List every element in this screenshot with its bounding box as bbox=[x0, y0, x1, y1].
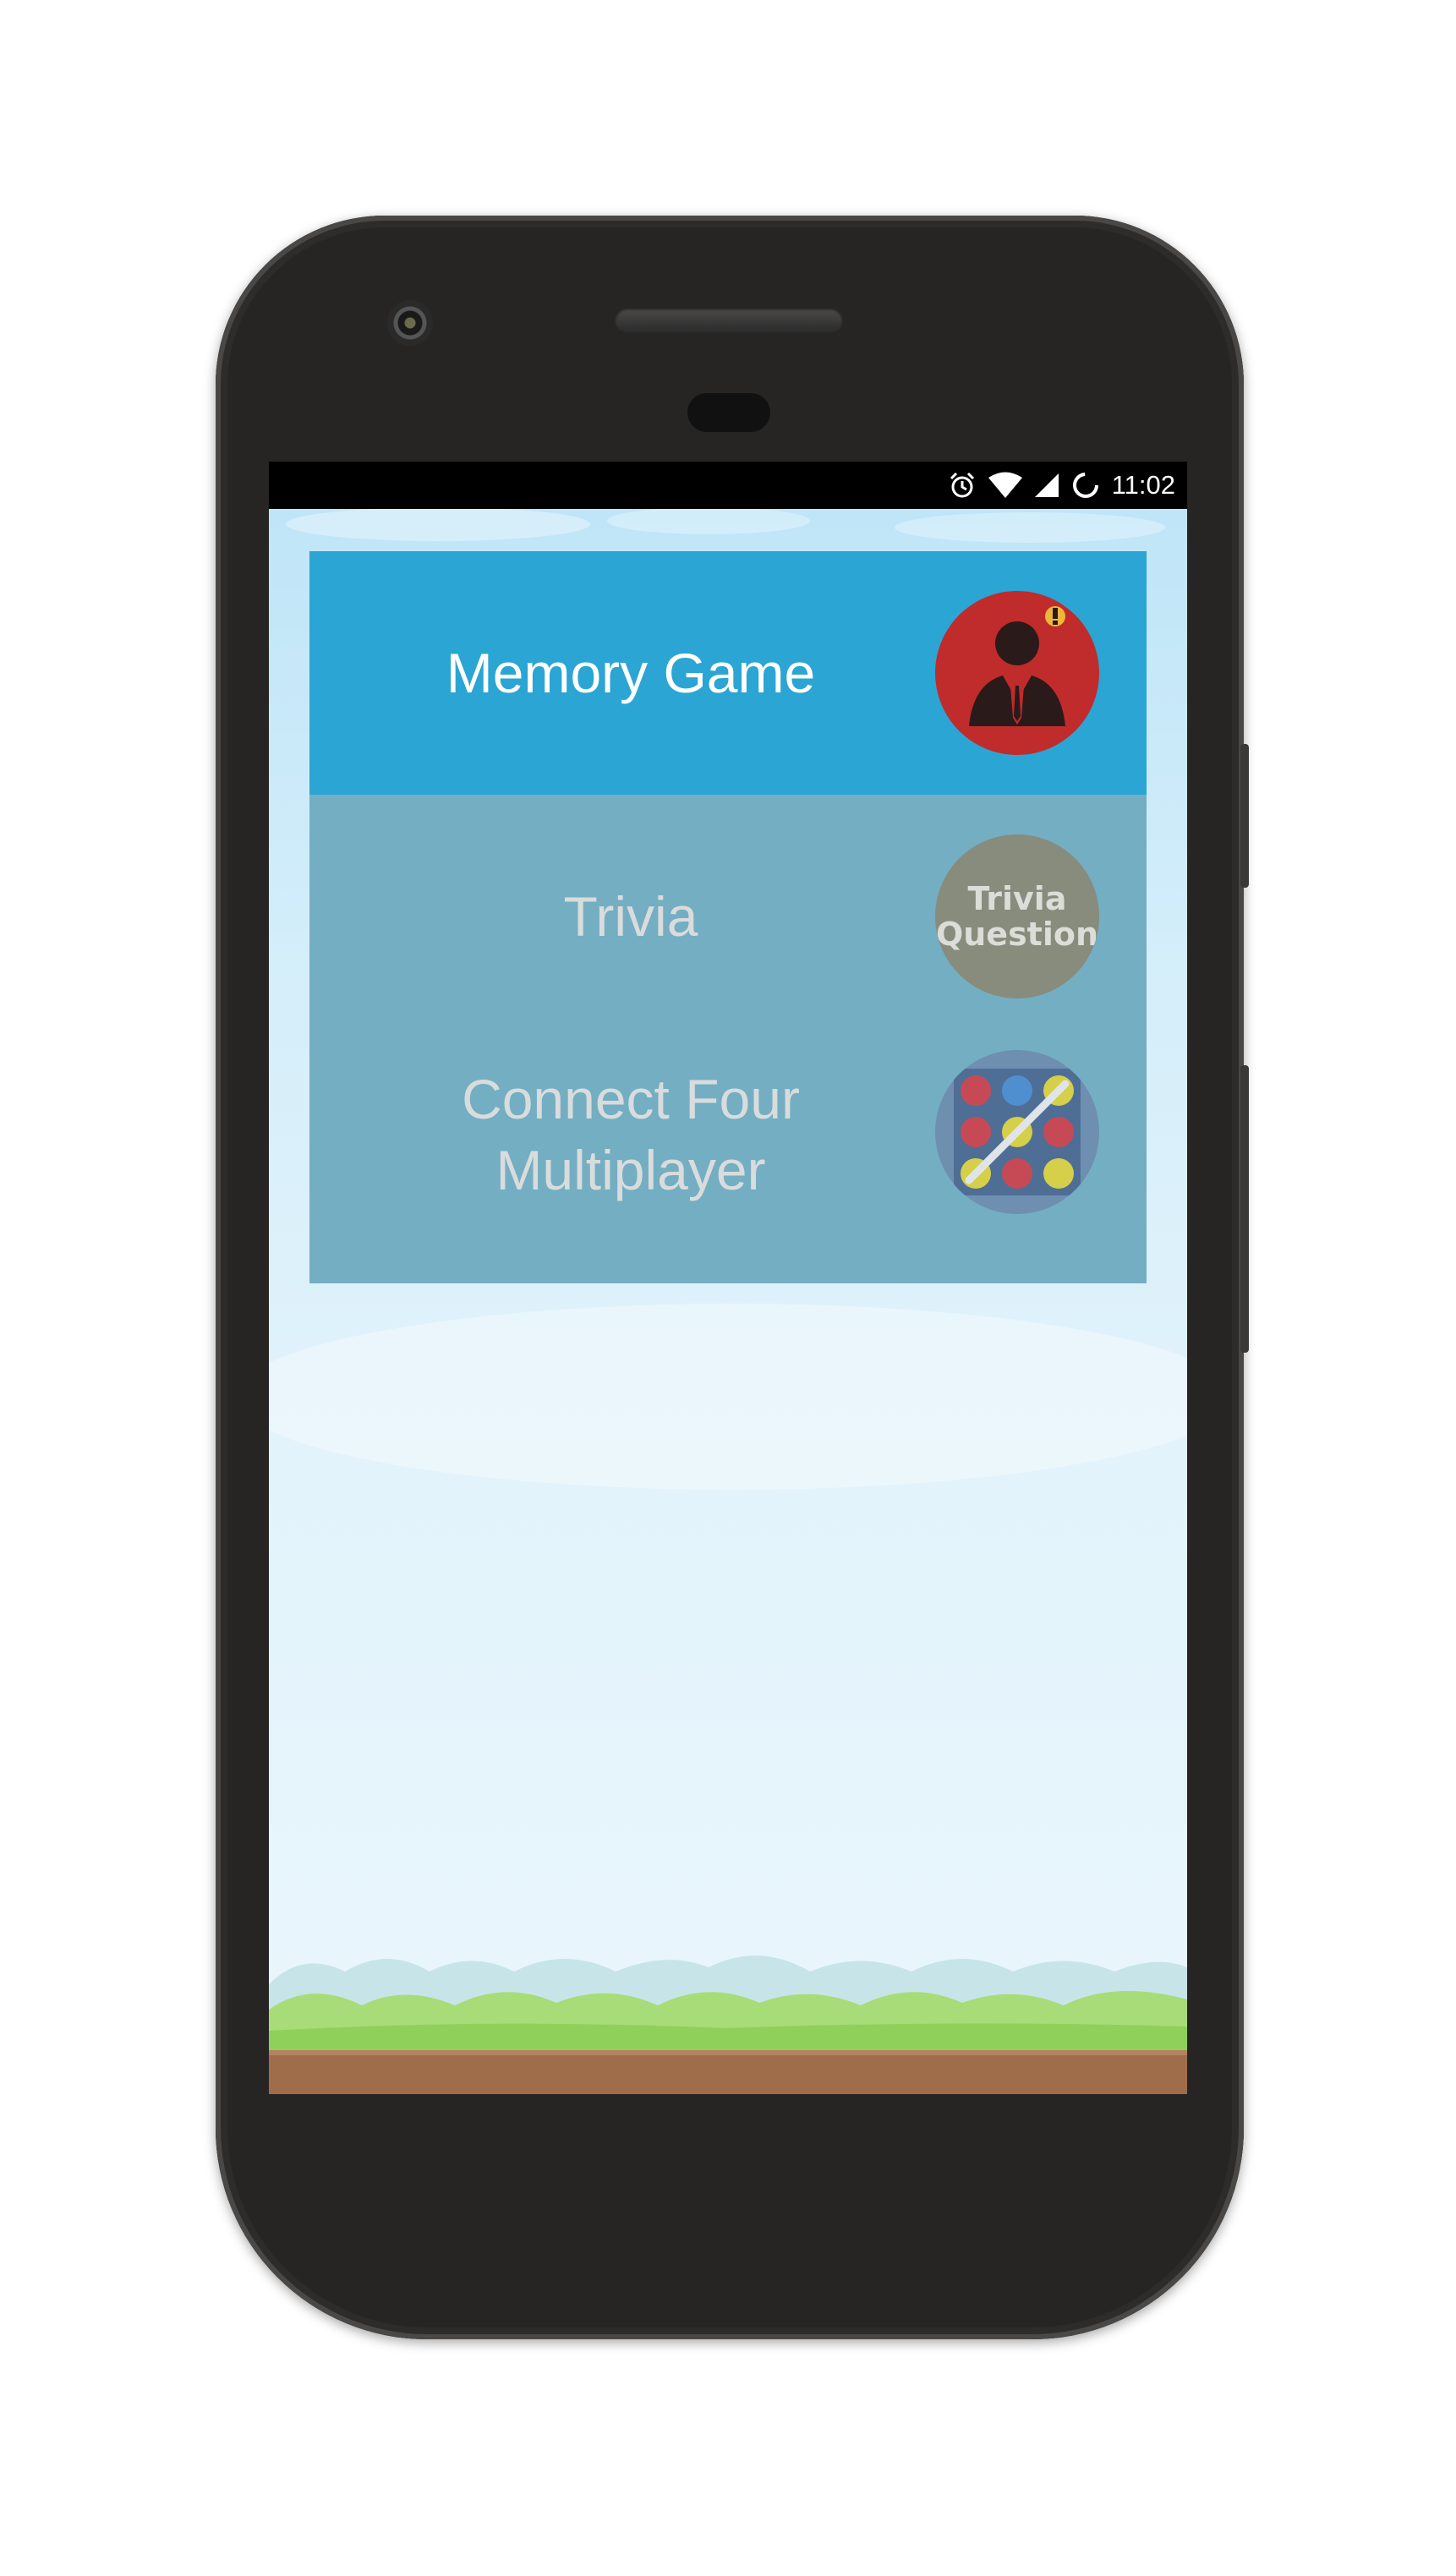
phone-frame: 11:02 Memory Game Trivia Trivia Question… bbox=[216, 216, 1249, 2339]
memory-game-icon bbox=[935, 591, 1099, 755]
status-time: 11:02 bbox=[1111, 470, 1175, 500]
earpiece-speaker bbox=[615, 308, 843, 333]
game-menu: Memory Game Trivia Trivia Question Conne… bbox=[309, 551, 1147, 1283]
menu-item-label: Trivia bbox=[563, 885, 698, 948]
cloud-band bbox=[269, 1304, 1187, 1490]
menu-item-label: Connect Four Multiplayer bbox=[462, 1068, 800, 1201]
cell-signal-icon bbox=[1034, 473, 1059, 497]
status-bar: 11:02 bbox=[269, 462, 1187, 509]
front-camera bbox=[387, 300, 433, 346]
grass-and-ground bbox=[269, 1955, 1187, 2094]
app-screen: 11:02 Memory Game Trivia Trivia Question… bbox=[269, 462, 1187, 2094]
alarm-icon bbox=[950, 472, 974, 498]
volume-button bbox=[1240, 1065, 1249, 1353]
menu-item-memory-game[interactable]: Memory Game bbox=[309, 551, 1147, 795]
connect-four-icon bbox=[935, 1050, 1099, 1214]
power-button bbox=[1240, 744, 1249, 888]
menu-item-label: Memory Game bbox=[446, 642, 816, 704]
menu-item-connect-four-multiplayer[interactable]: Connect Four Multiplayer bbox=[309, 1008, 1147, 1261]
battery-icon bbox=[1072, 473, 1098, 498]
proximity-sensor bbox=[687, 393, 770, 432]
wifi-icon bbox=[988, 472, 1022, 498]
menu-item-trivia[interactable]: Trivia Trivia Question bbox=[309, 795, 1147, 1038]
trivia-question-icon: Trivia Question bbox=[935, 834, 1099, 998]
